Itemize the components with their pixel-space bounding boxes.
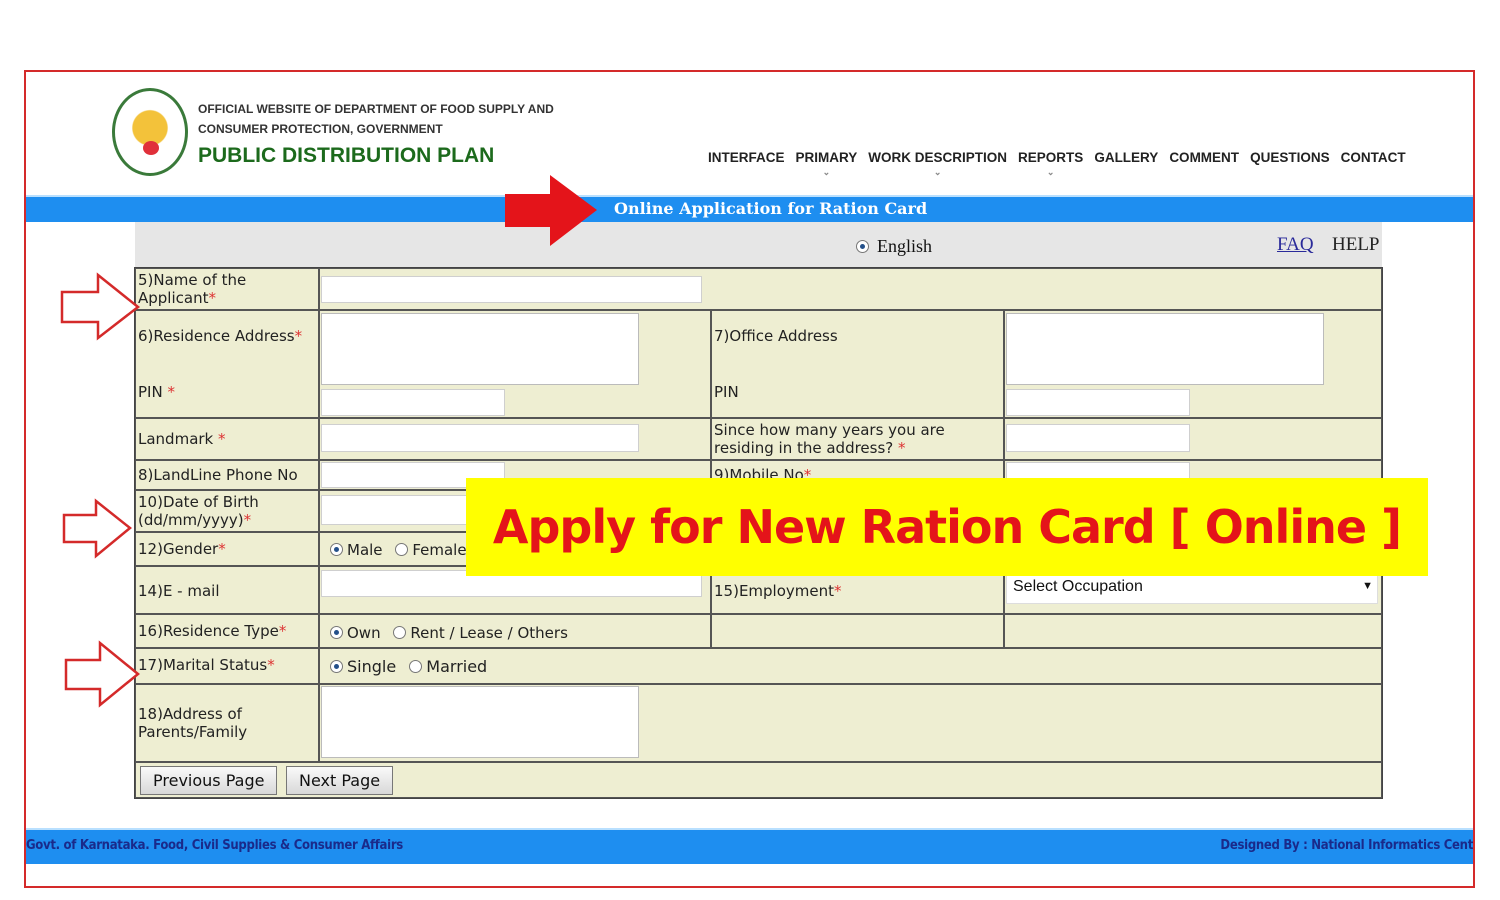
landmark-input[interactable] [321, 424, 639, 452]
radio-icon [330, 660, 343, 673]
help-link[interactable]: HELP [1332, 234, 1380, 256]
parents-address-textarea[interactable] [321, 686, 639, 758]
nav-work-description[interactable]: WORK DESCRIPTION ⌄ [868, 150, 1008, 177]
label-years-residing: Since how many years you are residing in… [711, 418, 1004, 460]
radio-icon [393, 626, 407, 639]
gender-male-radio[interactable]: Male [330, 541, 383, 559]
page-title: Online Application for Ration Card [614, 199, 928, 218]
gender-female-radio[interactable]: Female [395, 541, 467, 559]
nav-label: GALLERY [1094, 150, 1159, 165]
radio-icon [856, 240, 869, 253]
main-nav: INTERFACE PRIMARY ⌄ WORK DESCRIPTION ⌄ REP… [708, 150, 1406, 177]
radio-icon [395, 543, 409, 556]
previous-page-button[interactable]: Previous Page [140, 766, 278, 795]
state-emblem-logo [112, 88, 188, 176]
nav-reports[interactable]: REPORTS ⌄ [1018, 150, 1084, 177]
residence-rent-radio[interactable]: Rent / Lease / Others [393, 624, 568, 642]
radio-icon [330, 543, 343, 556]
next-page-button[interactable]: Next Page [286, 766, 394, 795]
nav-label: WORK DESCRIPTION [868, 150, 1008, 165]
label-dob: 10)Date of Birth (dd/mm/yyyy)* [135, 490, 319, 532]
label-pin-office: PIN [714, 383, 739, 401]
site-brand: PUBLIC DISTRIBUTION PLAN [198, 144, 495, 167]
years-input[interactable] [1006, 424, 1190, 452]
outline-arrow-icon [60, 272, 141, 341]
label-landmark: Landmark * [135, 418, 319, 460]
residence-type-options: Own Rent / Lease / Others [319, 614, 711, 648]
label-residence-address: 6)Residence Address* PIN * [135, 310, 319, 418]
nav-contact[interactable]: CONTACT [1341, 150, 1406, 165]
label-landline: 8)LandLine Phone No [135, 460, 319, 490]
nav-questions[interactable]: QUESTIONS [1250, 150, 1330, 165]
nav-interface[interactable]: INTERFACE [708, 150, 785, 165]
residence-pin-input[interactable] [321, 389, 505, 416]
promo-banner: Apply for New Ration Card [ Online ] [466, 478, 1428, 576]
label-pin: PIN * [138, 383, 175, 401]
chevron-down-icon: ⌄ [1046, 167, 1055, 177]
label-residence-type: 16)Residence Type* [135, 614, 319, 648]
cell [1004, 614, 1382, 648]
nav-comment[interactable]: COMMENT [1169, 150, 1239, 165]
nav-label: REPORTS [1018, 150, 1084, 165]
faq-link[interactable]: FAQ [1277, 234, 1314, 256]
header-line-2: CONSUMER PROTECTION, GOVERNMENT [198, 122, 443, 136]
red-arrow-icon [505, 175, 597, 246]
language-label: English [877, 236, 933, 256]
nav-label: CONTACT [1340, 150, 1406, 165]
outline-arrow-icon [64, 640, 140, 708]
banner-text: Apply for New Ration Card [ Online ] [492, 500, 1402, 554]
radio-icon [409, 660, 423, 673]
occupation-select[interactable]: Select Occupation ▼ [1006, 572, 1378, 604]
marital-options: Single Married [319, 648, 1382, 684]
nav-primary[interactable]: PRIMARY ⌄ [795, 150, 858, 177]
office-address-textarea[interactable] [1006, 313, 1324, 385]
language-strip [135, 222, 1382, 268]
dropdown-arrow-icon: ▼ [1362, 580, 1373, 592]
label-parents-address: 18)Address of Parents/Family [135, 684, 319, 762]
marital-married-radio[interactable]: Married [409, 657, 487, 676]
nav-label: PRIMARY [795, 150, 858, 165]
marital-single-radio[interactable]: Single [330, 657, 396, 676]
residence-own-radio[interactable]: Own [330, 624, 381, 642]
nav-label: INTERFACE [708, 150, 785, 165]
label-email: 14)E - mail [135, 566, 319, 614]
cell [711, 614, 1004, 648]
label-name: 5)Name of the Applicant* [135, 268, 319, 310]
chevron-down-icon: ⌄ [933, 167, 942, 177]
label-marital-status: 17)Marital Status* [135, 648, 319, 684]
footer-left-text: Govt. of Karnataka. Food, Civil Supplies… [26, 838, 403, 853]
residence-address-textarea[interactable] [321, 313, 639, 385]
label-office-address: 7)Office Address PIN [711, 310, 1004, 418]
applicant-name-input[interactable] [321, 276, 702, 303]
nav-gallery[interactable]: GALLERY [1094, 150, 1158, 165]
language-english-radio[interactable]: English [856, 236, 932, 257]
office-pin-input[interactable] [1006, 389, 1190, 416]
chevron-down-icon: ⌄ [822, 167, 831, 177]
radio-icon [330, 626, 343, 639]
nav-label: QUESTIONS [1250, 150, 1330, 165]
label-gender: 12)Gender* [135, 532, 319, 566]
footer-right-text: Designed By : National Informatics Cent [1220, 838, 1473, 853]
header-line-1: OFFICIAL WEBSITE OF DEPARTMENT OF FOOD S… [198, 102, 554, 116]
nav-label: COMMENT [1169, 150, 1240, 165]
outline-arrow-icon [62, 498, 132, 559]
